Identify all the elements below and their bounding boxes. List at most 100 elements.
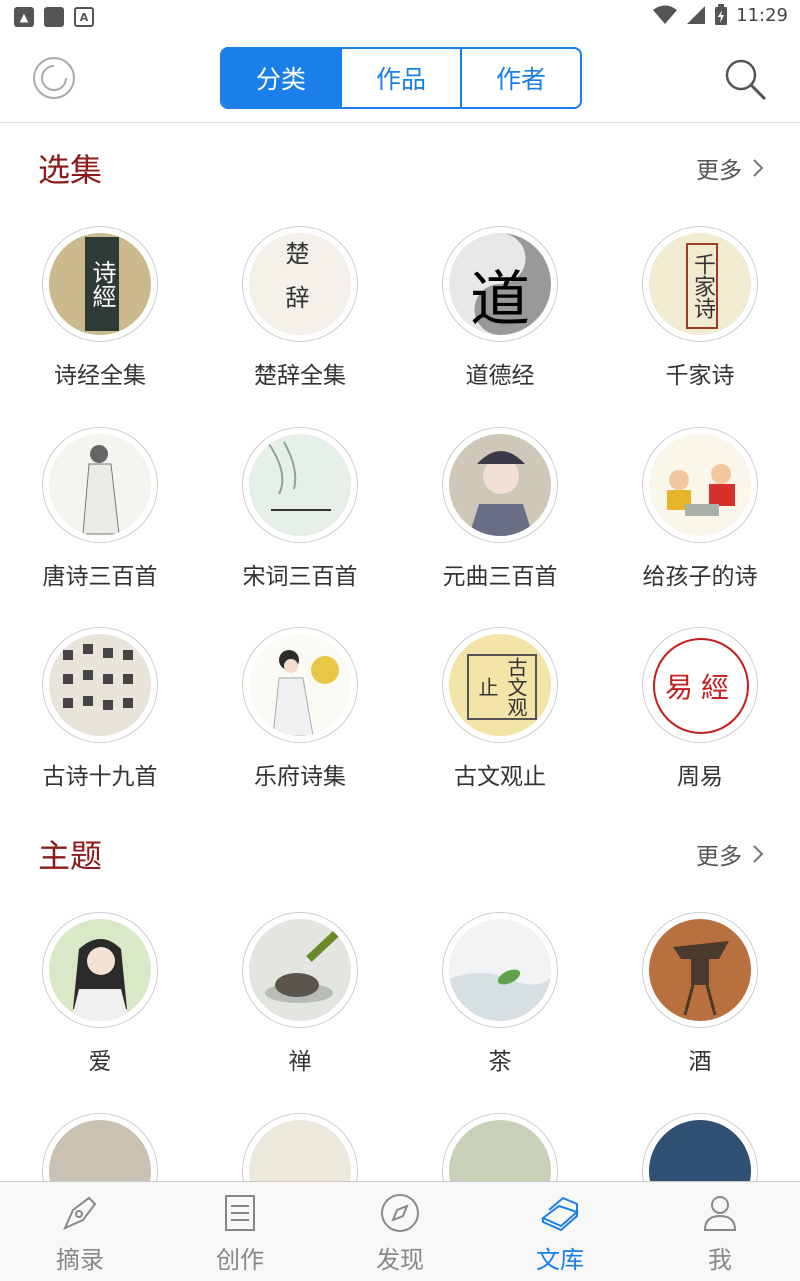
collection-song-ci[interactable]: 宋词三百首	[200, 427, 400, 617]
cover-thumbnail	[242, 912, 358, 1028]
tab-label: 我	[708, 1246, 732, 1274]
tea-leaf-icon	[449, 969, 551, 1021]
item-label: 道德经	[465, 363, 535, 389]
person-icon	[703, 1196, 737, 1231]
collection-shijing[interactable]: 诗經 诗经全集	[0, 226, 200, 416]
cover-art-text: 古文观止	[467, 654, 537, 720]
segment-works[interactable]: 作品	[340, 49, 460, 107]
cover-thumbnail	[642, 912, 758, 1028]
item-label: 茶	[488, 1049, 512, 1075]
item-label: 古诗十九首	[42, 764, 158, 790]
collection-poems-for-children[interactable]: 给孩子的诗	[600, 427, 800, 617]
cover-art-text: 道	[470, 265, 530, 335]
theme-tea[interactable]: 茶	[400, 912, 600, 1102]
bottom-tab-bar: 摘录 创作 发现 文库 我	[0, 1181, 800, 1281]
item-label: 禅	[288, 1049, 312, 1075]
theme-item-partial[interactable]	[400, 1113, 600, 1181]
theme-item-partial[interactable]	[200, 1113, 400, 1181]
willow-landscape-icon	[268, 441, 331, 511]
wifi-icon	[653, 5, 678, 24]
cover-thumbnail	[42, 1113, 158, 1181]
poet-figure-icon	[82, 445, 120, 535]
lady-figure-icon	[272, 650, 339, 736]
tab-create[interactable]: 创作	[160, 1182, 320, 1281]
cover-thumbnail	[642, 1113, 758, 1181]
clock: 11:29	[736, 4, 788, 26]
compass-icon	[381, 1194, 419, 1232]
section-title-themes: 主题	[38, 837, 103, 875]
item-label: 周易	[677, 764, 723, 790]
cover-thumbnail	[242, 1113, 358, 1181]
item-label: 楚辞全集	[254, 363, 346, 389]
cover-thumbnail	[242, 427, 358, 543]
woman-portrait-icon	[71, 939, 129, 1021]
collection-yuan-qu[interactable]: 元曲三百首	[400, 427, 600, 617]
cover-thumbnail	[42, 627, 158, 743]
top-header: 分类 作品 作者	[0, 34, 800, 123]
segment-authors[interactable]: 作者	[460, 49, 580, 107]
battery-icon	[715, 4, 728, 25]
item-label: 唐诗三百首	[42, 564, 158, 590]
theme-item-partial[interactable]	[0, 1113, 200, 1181]
item-label: 乐府诗集	[254, 764, 346, 790]
document-icon	[225, 1195, 255, 1231]
pen-nib-icon	[63, 1196, 97, 1230]
item-label: 千家诗	[665, 363, 735, 389]
theme-zen[interactable]: 禅	[200, 912, 400, 1102]
more-label: 更多	[696, 158, 742, 184]
item-label: 诗经全集	[54, 363, 146, 389]
tab-excerpts[interactable]: 摘录	[0, 1182, 160, 1281]
app-logo-icon[interactable]	[32, 56, 76, 100]
section-title-collections: 选集	[38, 151, 103, 189]
more-collections-link[interactable]: 更多	[696, 151, 764, 185]
collection-yuefu-poems[interactable]: 乐府诗集	[200, 627, 400, 817]
font-notification-icon: A	[74, 7, 94, 27]
theme-love[interactable]: 爱	[0, 912, 200, 1102]
collection-guwen-guanzhi[interactable]: 古文观止 古文观止	[400, 627, 600, 817]
cover-art-text: 诗經	[85, 237, 119, 331]
signal-icon	[687, 6, 706, 24]
books-icon	[541, 1196, 579, 1232]
cover-art-text: 千家诗	[686, 243, 718, 329]
cover-thumbnail	[42, 427, 158, 543]
chevron-right-icon	[753, 159, 764, 177]
cover-thumbnail	[442, 427, 558, 543]
cover-thumbnail: 诗經	[42, 226, 158, 342]
app-notification-icon	[44, 7, 64, 27]
tab-label: 摘录	[56, 1246, 104, 1274]
tab-discover[interactable]: 发现	[320, 1182, 480, 1281]
collection-chuci[interactable]: 楚辞 楚辞全集	[200, 226, 400, 416]
cover-thumbnail	[242, 627, 358, 743]
opera-figure-icon	[469, 451, 533, 536]
collection-daodejing[interactable]: 道 道德经	[400, 226, 600, 416]
item-label: 宋词三百首	[242, 564, 358, 590]
tab-library[interactable]: 文库	[480, 1182, 640, 1281]
item-label: 古文观止	[454, 764, 546, 790]
cover-thumbnail: 道	[442, 226, 558, 342]
cover-thumbnail	[442, 912, 558, 1028]
item-label: 给孩子的诗	[642, 564, 758, 590]
cover-thumbnail	[42, 912, 158, 1028]
cover-thumbnail: 千家诗	[642, 226, 758, 342]
item-label: 爱	[88, 1049, 112, 1075]
cover-thumbnail: 楚辞	[242, 226, 358, 342]
cover-art-text: 楚辞	[281, 241, 309, 329]
calligraphy-pattern-icon	[63, 644, 133, 710]
library-content[interactable]: 选集 更多 诗經 诗经全集 楚辞 楚辞全集 道 道德经 千家诗 千家诗 唐诗三百…	[0, 123, 800, 1181]
tab-label: 文库	[536, 1246, 584, 1274]
segment-category[interactable]: 分类	[222, 49, 340, 107]
status-bar: ▲ A 11:29	[0, 0, 800, 34]
chevron-right-icon	[753, 845, 764, 863]
theme-item-partial[interactable]	[600, 1113, 800, 1181]
collection-qianjiashi[interactable]: 千家诗 千家诗	[600, 226, 800, 416]
collection-nineteen-ancient-poems[interactable]: 古诗十九首	[0, 627, 200, 817]
collection-tang-poems[interactable]: 唐诗三百首	[0, 427, 200, 617]
cover-thumbnail	[642, 427, 758, 543]
more-themes-link[interactable]: 更多	[696, 837, 764, 871]
bronze-vessel-icon	[673, 941, 729, 1016]
tab-me[interactable]: 我	[640, 1182, 800, 1281]
cover-thumbnail: 易經	[642, 627, 758, 743]
collection-zhouyi[interactable]: 易經 周易	[600, 627, 800, 817]
search-icon[interactable]	[722, 56, 768, 102]
theme-wine[interactable]: 酒	[600, 912, 800, 1102]
